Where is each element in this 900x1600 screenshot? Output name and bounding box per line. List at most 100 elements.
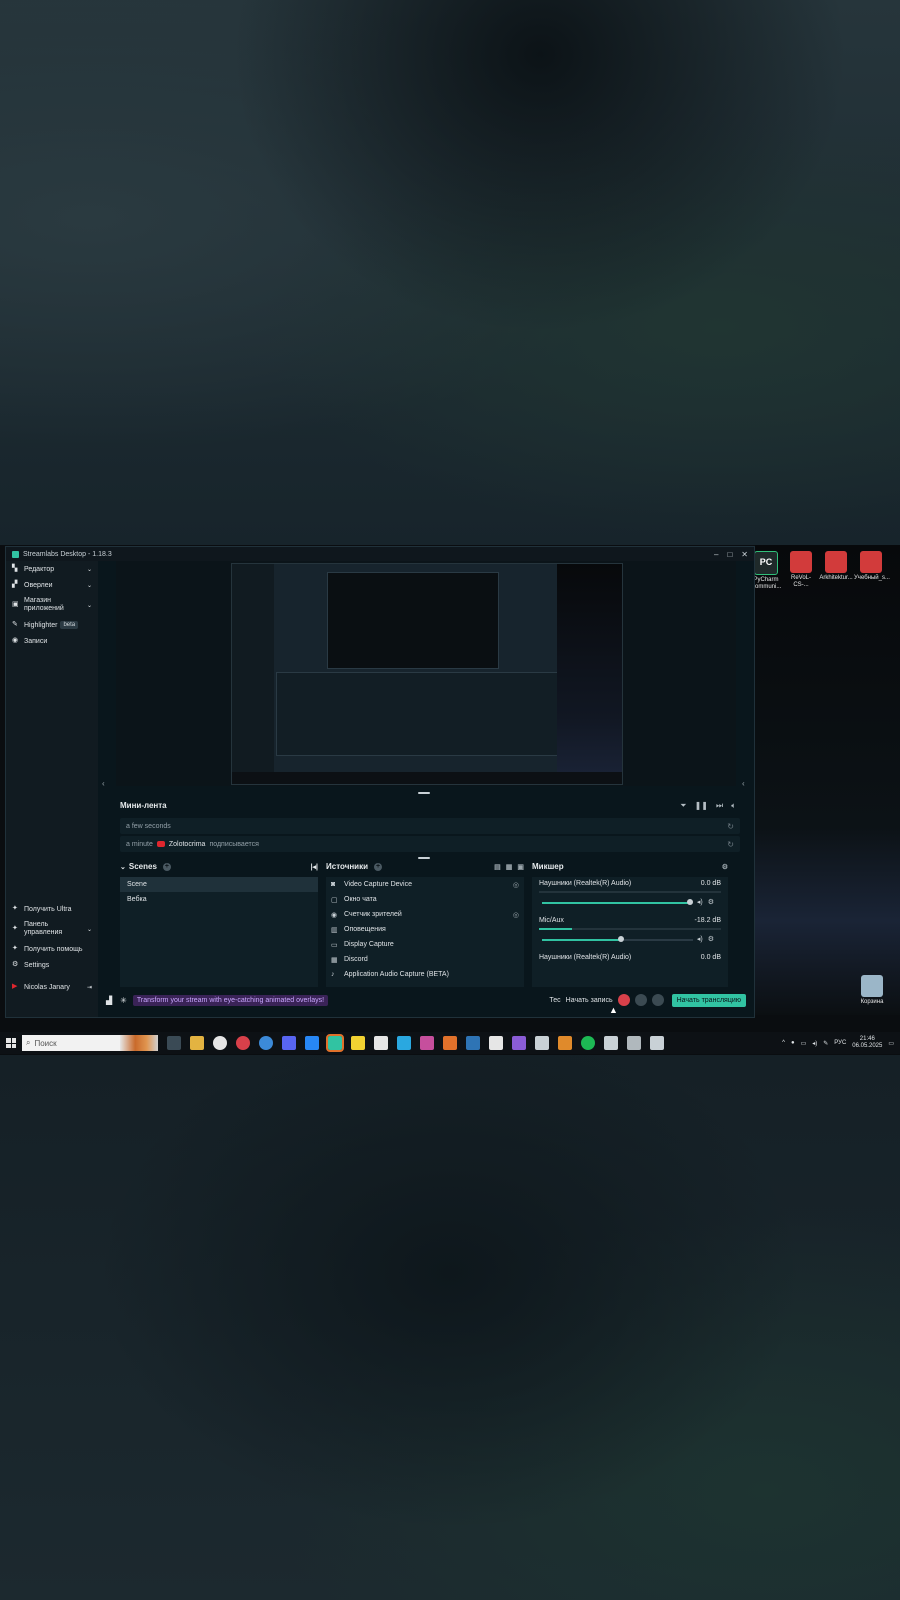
vk-icon[interactable] (305, 1036, 319, 1050)
source-item[interactable]: ◙ Video Capture Device ◎ (326, 877, 524, 892)
app-icon[interactable] (604, 1036, 618, 1050)
jetbrains-icon[interactable] (489, 1036, 503, 1050)
folder-icon[interactable]: ▦ (506, 863, 513, 871)
desktop-icon-pdf-3[interactable]: Учебный_s... (854, 551, 890, 582)
source-item[interactable]: ▥ Оповещения (326, 922, 524, 937)
bolt-icon[interactable] (374, 1036, 388, 1050)
speaker-icon[interactable]: ◂) (697, 898, 703, 906)
sidebar-item-help[interactable]: ✦ Получить помощь (6, 941, 98, 957)
pause-icon[interactable]: ❚❚ (695, 801, 708, 811)
figma-icon[interactable] (420, 1036, 434, 1050)
network-icon[interactable]: ▭ (801, 1040, 807, 1047)
scene-item[interactable]: Scene (120, 877, 318, 892)
mini-feed-header: Мини-лента ⏷ ❚❚ ⏭ 🔈︎ (120, 801, 736, 813)
pen-icon[interactable]: ✎ (823, 1040, 828, 1047)
maximize-button[interactable]: □ (727, 550, 732, 559)
app-icon[interactable] (650, 1036, 664, 1050)
monitor-icon: ▭ (331, 941, 338, 949)
app-icon[interactable] (627, 1036, 641, 1050)
app-icon[interactable] (443, 1036, 457, 1050)
visual-studio-icon[interactable] (512, 1036, 526, 1050)
visibility-icon[interactable]: ◎ (513, 911, 519, 919)
visibility-icon[interactable]: ◎ (513, 881, 519, 889)
desktop-icon-pdf-2[interactable]: Arkhitektur... (819, 551, 853, 582)
scene-transitions-icon[interactable]: |◂| (311, 863, 318, 871)
add-scene-button[interactable]: + (162, 862, 171, 871)
test-widgets-button[interactable]: Тес (549, 997, 560, 1004)
sidebar-item-settings[interactable]: ⚙ Settings (6, 957, 98, 973)
yandex-browser-icon[interactable] (213, 1036, 227, 1050)
record-button[interactable] (617, 994, 630, 1006)
collapse-right-icon[interactable]: ‹ (742, 779, 745, 788)
streamlabs-window: Streamlabs Desktop - 1.18.3 – □ ✕ ▚ Реда… (5, 546, 755, 1018)
clock[interactable]: 21:46 06.05.2025 (852, 1036, 882, 1050)
performance-icon[interactable]: ▟ (106, 996, 112, 1005)
sidebar-item-app-store[interactable]: ▣ Магазин приложений ⌄ (6, 593, 98, 617)
source-item[interactable]: ▦ Discord (326, 952, 524, 967)
sidebar-item-ultra[interactable]: ✦ Получить Ultra (6, 901, 98, 917)
replay-buffer-button[interactable] (634, 994, 647, 1006)
taskbar-search[interactable]: ⌕ Поиск (22, 1035, 158, 1051)
group-icon[interactable]: ▤ (494, 863, 501, 871)
desktop-icon-pdf-1[interactable]: ReVoL-CS-... (784, 551, 818, 589)
gear-icon[interactable]: ⚙ (708, 935, 714, 943)
notification-icon[interactable]: ✳ (120, 996, 127, 1005)
gear-icon[interactable]: ⚙ (708, 898, 714, 906)
language-indicator[interactable]: РУС (834, 1040, 846, 1046)
skip-icon[interactable]: ⏭ (716, 801, 723, 811)
chrome-icon[interactable] (259, 1036, 273, 1050)
volume-slider[interactable]: ◂) ⚙ (539, 898, 721, 908)
source-item[interactable]: ◉ Счетчик зрителей ◎ (326, 907, 524, 922)
resize-handle[interactable] (418, 857, 430, 859)
filter-icon[interactable]: ⏷ (680, 801, 686, 811)
chevron-up-icon[interactable]: ^ (782, 1040, 785, 1046)
sidebar-user[interactable]: ▶ Nicolas Janary ⇥ (6, 979, 98, 995)
notes-icon[interactable] (351, 1036, 365, 1050)
repeat-icon[interactable]: ↻ (727, 840, 734, 849)
chevron-down-icon[interactable]: ⌄ (120, 863, 126, 871)
alert-icon: ▥ (331, 926, 338, 934)
go-live-button[interactable]: Начать трансляцию (671, 993, 746, 1007)
notifications-icon[interactable]: ▭ (888, 1040, 894, 1047)
app-icon[interactable] (397, 1036, 411, 1050)
stream-preview[interactable] (116, 561, 736, 786)
windows-start-icon[interactable] (6, 1038, 16, 1048)
promo-banner[interactable]: Transform your stream with eye-catching … (132, 994, 329, 1006)
sidebar-item-overlays[interactable]: ▞ Оверлеи ⌄ (6, 577, 98, 593)
streamlabs-icon[interactable] (326, 1034, 344, 1052)
clip-button[interactable] (651, 994, 664, 1006)
task-view-icon[interactable] (167, 1036, 181, 1050)
app-icon[interactable] (535, 1036, 549, 1050)
collapse-left-icon[interactable]: ‹ (102, 779, 105, 788)
volume-icon[interactable]: ◂) (812, 1040, 817, 1047)
minimize-button[interactable]: – (714, 550, 718, 559)
close-button[interactable]: ✕ (741, 550, 748, 559)
resize-handle[interactable] (418, 792, 430, 794)
add-source-button[interactable]: + (374, 862, 383, 871)
sidebar-item-editor[interactable]: ▚ Редактор ⌄ (6, 561, 98, 577)
preview-taskbar (232, 772, 622, 784)
sidebar-item-dashboard[interactable]: ✦ Панель управления ⌄ (6, 917, 98, 941)
spotify-icon[interactable] (581, 1036, 595, 1050)
sidebar-item-recordings[interactable]: ◉ Записи (6, 633, 98, 649)
media-player-icon[interactable] (236, 1036, 250, 1050)
mixer-settings-icon[interactable]: ⚙ (722, 863, 728, 871)
source-item[interactable]: ▭ Display Capture (326, 937, 524, 952)
speaker-icon[interactable]: ◂) (697, 935, 703, 943)
logout-icon[interactable]: ⇥ (87, 984, 92, 991)
sources-panel: ◙ Video Capture Device ◎ ▢ Окно чата ◉ С… (326, 877, 524, 987)
explorer-icon[interactable] (190, 1036, 204, 1050)
source-item[interactable]: ▢ Окно чата (326, 892, 524, 907)
desktop-icon-recycle-bin[interactable]: Корзина (855, 975, 889, 1006)
microphone-icon[interactable]: ● (791, 1040, 795, 1046)
volume-icon[interactable]: 🔈︎ (731, 801, 736, 811)
source-settings-icon[interactable]: ▣ (517, 863, 524, 871)
repeat-icon[interactable]: ↻ (727, 822, 734, 831)
scene-item[interactable]: Вебка (120, 892, 318, 907)
volume-slider[interactable]: ◂) ⚙ (539, 935, 721, 945)
sidebar-item-highlighter[interactable]: ✎ Highlighter beta (6, 617, 98, 633)
photoshop-icon[interactable] (466, 1036, 480, 1050)
discord-icon[interactable] (282, 1036, 296, 1050)
blender-icon[interactable] (558, 1036, 572, 1050)
source-item[interactable]: ♪ Application Audio Capture (BETA) (326, 967, 524, 982)
